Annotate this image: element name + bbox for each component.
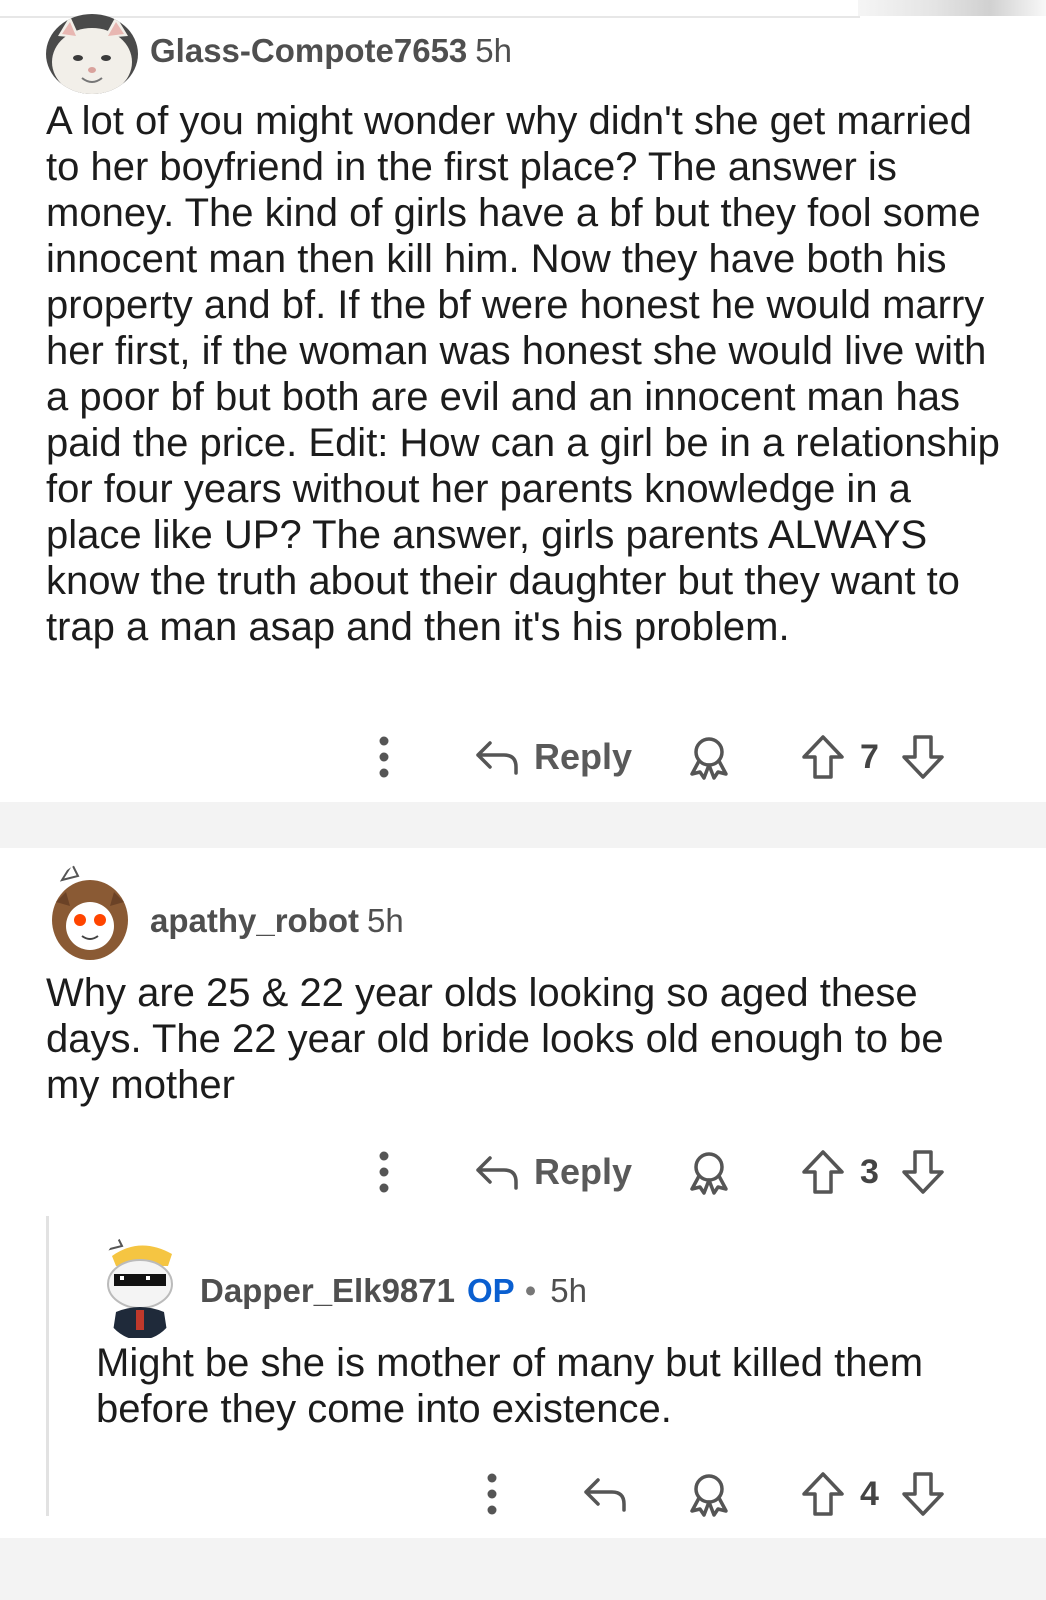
meta-separator: • — [524, 1272, 537, 1309]
more-vertical-icon — [379, 736, 389, 778]
owl-avatar-icon[interactable] — [48, 862, 132, 962]
reply-arrow-icon — [476, 1156, 518, 1190]
more-vertical-icon — [379, 1151, 389, 1193]
award-icon — [690, 1474, 728, 1517]
downvote-button[interactable] — [900, 1140, 946, 1204]
reply-button[interactable]: Reply — [474, 1140, 632, 1204]
section-divider — [0, 802, 1046, 848]
more-options-button[interactable] — [366, 1140, 402, 1204]
reply-label: Reply — [534, 1151, 633, 1192]
award-icon — [690, 737, 728, 780]
comment-body: Why are 25 & 22 year olds looking so age… — [46, 971, 944, 1107]
section-divider — [0, 1538, 1046, 1600]
comment-actions: Reply 3 — [0, 1140, 1046, 1204]
more-vertical-icon — [487, 1473, 497, 1515]
downvote-arrow-icon — [902, 735, 944, 779]
comment-actions: Reply 7 — [0, 725, 1046, 789]
award-button[interactable] — [686, 725, 732, 789]
comment-body: A lot of you might wonder why didn't she… — [46, 99, 1000, 649]
username[interactable]: apathy_robot — [150, 902, 359, 939]
cat-avatar-icon[interactable] — [46, 14, 138, 94]
award-icon — [690, 1152, 728, 1195]
downvote-button[interactable] — [900, 1462, 946, 1526]
comment-meta: Dapper_Elk9871 OP • 5h — [200, 1272, 587, 1310]
timestamp: 5h — [367, 902, 404, 939]
comment-body: Might be she is mother of many but kille… — [96, 1341, 924, 1431]
downvote-button[interactable] — [900, 725, 946, 789]
vote-score: 3 — [860, 1153, 879, 1191]
op-badge: OP — [467, 1272, 515, 1309]
comment-apathy-robot: apathy_robot 5h Why are 25 & 22 year olds… — [0, 862, 1046, 1220]
more-options-button[interactable] — [366, 725, 402, 789]
comment-dapper-elk: Dapper_Elk9871 OP • 5h Might be she is moth… — [0, 1232, 1046, 1552]
reply-label: Reply — [534, 736, 633, 777]
sunglasses-avatar-icon[interactable] — [98, 1232, 182, 1340]
vote-score: 7 — [860, 738, 879, 776]
timestamp: 5h — [550, 1272, 587, 1309]
award-button[interactable] — [686, 1462, 732, 1526]
downvote-arrow-icon — [902, 1472, 944, 1516]
upvote-arrow-icon — [802, 735, 844, 779]
username[interactable]: Glass-Compote7653 — [150, 32, 467, 69]
comment-meta: Glass-Compote7653 5h — [150, 32, 512, 70]
upvote-button[interactable] — [800, 725, 846, 789]
more-options-button[interactable] — [474, 1462, 510, 1526]
timestamp: 5h — [475, 32, 513, 69]
username[interactable]: Dapper_Elk9871 — [200, 1272, 455, 1309]
comment-glass-compote: Glass-Compote7653 5h A lot of you might w… — [0, 10, 1046, 810]
upvote-arrow-icon — [802, 1150, 844, 1194]
downvote-arrow-icon — [902, 1150, 944, 1194]
reply-arrow-icon — [584, 1478, 626, 1512]
vote-score: 4 — [860, 1475, 879, 1513]
comment-actions: 4 — [0, 1462, 1046, 1526]
upvote-arrow-icon — [802, 1472, 844, 1516]
upvote-button[interactable] — [800, 1462, 846, 1526]
award-button[interactable] — [686, 1140, 732, 1204]
comment-meta: apathy_robot 5h — [150, 902, 404, 940]
upvote-button[interactable] — [800, 1140, 846, 1204]
reply-button[interactable]: Reply — [474, 725, 632, 789]
reply-button[interactable] — [582, 1462, 628, 1526]
reply-arrow-icon — [476, 741, 518, 775]
